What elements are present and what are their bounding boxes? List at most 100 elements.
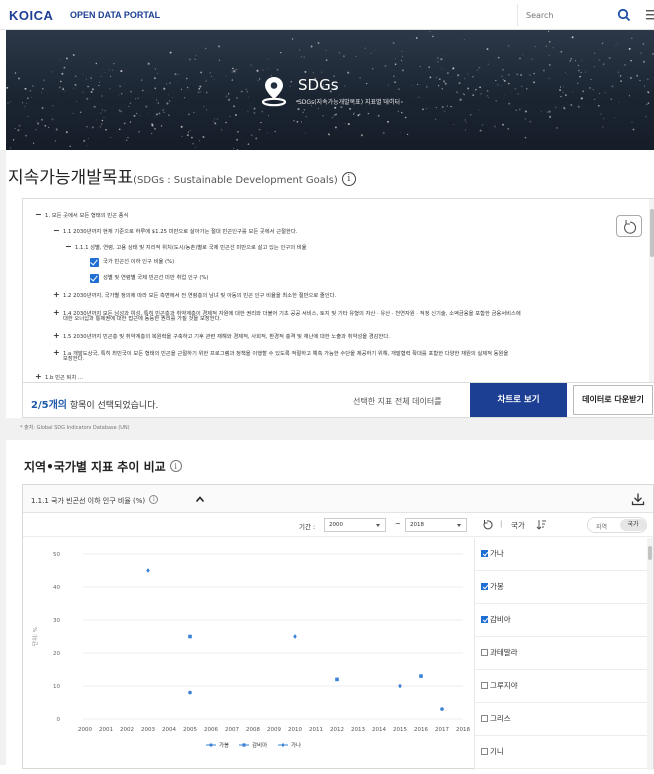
country-item[interactable]: 가나 (475, 538, 647, 571)
country-item[interactable]: 그루지야 (475, 670, 647, 703)
download-data-button[interactable]: 데이터로 다운받기 (573, 385, 653, 415)
tree-leaf-employed-poverty[interactable]: 성별 및 연령별 국제 빈곤선 미만 취업 인구 (%) (103, 275, 208, 282)
x-tick-label: 2007 (225, 727, 239, 733)
tree-node-target-1-2[interactable]: +1.2 2030년까지, 국가별 정의에 따라 모든 측면에서 전 연령층의 … (53, 291, 336, 300)
legend-marker (242, 743, 246, 747)
sdg-tree-section: 지속가능개발목표(SDGs : Sustainable Development … (6, 150, 654, 418)
expand-icon[interactable]: + (53, 332, 63, 340)
checkbox-checked[interactable] (481, 550, 488, 557)
y-tick-label: 0 (57, 717, 61, 723)
x-tick-label: 2016 (414, 727, 428, 733)
data-point (293, 634, 297, 639)
checkbox-unchecked[interactable] (481, 649, 488, 656)
info-icon[interactable]: i (149, 495, 159, 504)
reset-selection-button[interactable] (616, 215, 642, 237)
toggle-region[interactable]: 지역 (596, 522, 607, 531)
country-item[interactable]: 감비아 (475, 604, 647, 637)
collapse-icon[interactable]: − (65, 243, 75, 251)
page-title-ko: 지속가능개발목표 (8, 168, 134, 188)
period-from-select[interactable]: 2000 (324, 518, 386, 532)
tree-scrollbar[interactable] (649, 199, 654, 382)
chevron-down-icon (376, 524, 380, 527)
data-source-note: * 출처: Global SDG Indicators Database (UN… (20, 425, 130, 431)
page-title: 지속가능개발목표(SDGs : Sustainable Development … (8, 163, 356, 188)
page-title-en: (SDGs : Sustainable Development Goals) (133, 175, 338, 186)
x-tick-label: 2005 (183, 727, 197, 733)
x-tick-label: 2001 (99, 727, 113, 733)
checkbox-checked[interactable] (481, 583, 488, 590)
country-item[interactable]: 기니 (475, 736, 647, 769)
country-item[interactable]: 그리스 (475, 703, 647, 736)
tree-node-target-1-b[interactable]: +1.b 빈곤 퇴치 ... (35, 373, 83, 382)
search-icon[interactable] (616, 7, 632, 23)
checkbox-unchecked[interactable] (481, 715, 488, 722)
y-axis-label: 단위: % (31, 627, 39, 646)
hero-banner: SDGs SDGs(지속가능개발목표) 지표별 데이터 (6, 30, 654, 150)
checkbox-checked[interactable] (90, 258, 99, 267)
info-icon[interactable]: i (341, 172, 356, 186)
x-tick-label: 2015 (393, 727, 407, 733)
reset-icon[interactable] (481, 519, 493, 531)
x-tick-label: 2014 (372, 727, 386, 733)
expand-icon[interactable]: + (53, 349, 63, 357)
filter-row: 기간 : 2000 ~ 2018 | 국가 지역 국가 (23, 513, 653, 537)
x-tick-label: 2002 (120, 727, 134, 733)
country-item[interactable]: 가봉 (475, 571, 647, 604)
koica-logo[interactable]: KOICA (9, 8, 53, 23)
legend-label: 감비아 (252, 741, 267, 749)
top-navbar: KOICA OPEN DATA PORTAL (0, 0, 654, 30)
portal-name[interactable]: OPEN DATA PORTAL (70, 10, 160, 20)
view-chart-button[interactable]: 차트로 보기 (470, 383, 567, 417)
expand-icon[interactable]: + (53, 309, 63, 317)
checkbox-checked[interactable] (481, 616, 488, 623)
checkbox-checked[interactable] (90, 274, 99, 283)
indicator-panel: 1.1.1 국가 빈곤선 이하 인구 비율 (%) i 기간 : 2000 ~ … (22, 484, 654, 770)
tree-node-target-1-4-cont: 대한 오너십과 통제권에 대한 접근에 동등한 권리를 가질 것을 보장한다. (63, 316, 222, 322)
checkbox-unchecked[interactable] (481, 682, 488, 689)
country-label: 국가 (511, 521, 525, 530)
country-list-scrollbar[interactable] (647, 538, 653, 770)
data-point (146, 568, 150, 573)
legend-label: 가나 (291, 741, 301, 749)
y-tick-label: 30 (53, 618, 60, 624)
collapse-icon[interactable]: − (53, 227, 63, 235)
x-tick-label: 2011 (309, 727, 323, 733)
x-tick-label: 2004 (162, 727, 176, 733)
x-tick-label: 2010 (288, 727, 302, 733)
tree-node-target-1-a[interactable]: +1.a 개발도상국, 특히 최빈국이 모든 형태의 빈곤을 근절하기 위한 프… (53, 349, 508, 358)
tree-node-target-1-1[interactable]: −1.1 2030년까지 현재 기준으로 하루에 $1.25 미만으로 살아가는… (53, 227, 297, 236)
search-input[interactable] (526, 7, 606, 23)
region-country-toggle[interactable]: 지역 국가 (587, 517, 647, 533)
divider: | (500, 520, 503, 528)
collapse-icon[interactable]: − (35, 211, 45, 219)
tree-node-indicator-1-1-1[interactable]: −1.1.1 성별, 연령, 고용 상태 및 지리적 위치(도시/농촌)별로 국… (65, 243, 307, 252)
sdg-goal-tree: −1. 모든 곳에서 모든 형태의 빈곤 종식 −1.1 2030년까지 현재 … (22, 198, 654, 382)
indicator-header[interactable]: 1.1.1 국가 빈곤선 이하 인구 비율 (%) i (23, 485, 653, 513)
data-point (188, 690, 192, 695)
expand-icon[interactable]: + (53, 291, 63, 299)
info-icon[interactable]: i (169, 460, 182, 472)
country-item[interactable]: 과테말라 (475, 637, 647, 670)
trend-chart-svg: 0 10 20 30 40 50 단위: % 2000 2001 2002 2003 2004 2005… (31, 552, 470, 749)
section-title: 지역•국가별 지표 추이 비교 i (24, 458, 182, 475)
data-point (419, 674, 423, 678)
expand-icon[interactable]: + (35, 373, 45, 381)
x-tick-label: 2017 (435, 727, 449, 733)
menu-icon[interactable] (645, 9, 654, 21)
download-icon[interactable] (631, 492, 645, 506)
x-tick-label: 2003 (141, 727, 155, 733)
reset-icon (624, 220, 637, 234)
tree-node-goal-1[interactable]: −1. 모든 곳에서 모든 형태의 빈곤 종식 (35, 211, 128, 220)
period-to-select[interactable]: 2018 (405, 518, 467, 532)
country-list-scrollbar-thumb[interactable] (648, 546, 652, 560)
sort-icon[interactable] (536, 519, 547, 530)
chevron-up-icon[interactable] (195, 495, 205, 503)
tree-leaf-poverty-line[interactable]: 국가 빈곤선 이하 인구 비율 (%) (103, 259, 174, 266)
tree-scrollbar-thumb[interactable] (650, 209, 654, 257)
period-label: 기간 : (299, 523, 316, 531)
tree-node-target-1-5[interactable]: +1.5 2030년까지 빈곤층 및 취약계층의 복원력을 구축하고 기후 관련… (53, 332, 390, 341)
x-tick-label: 2012 (330, 727, 344, 733)
legend-marker (281, 742, 285, 748)
checkbox-unchecked[interactable] (481, 748, 488, 755)
toggle-country[interactable]: 국가 (620, 519, 646, 531)
